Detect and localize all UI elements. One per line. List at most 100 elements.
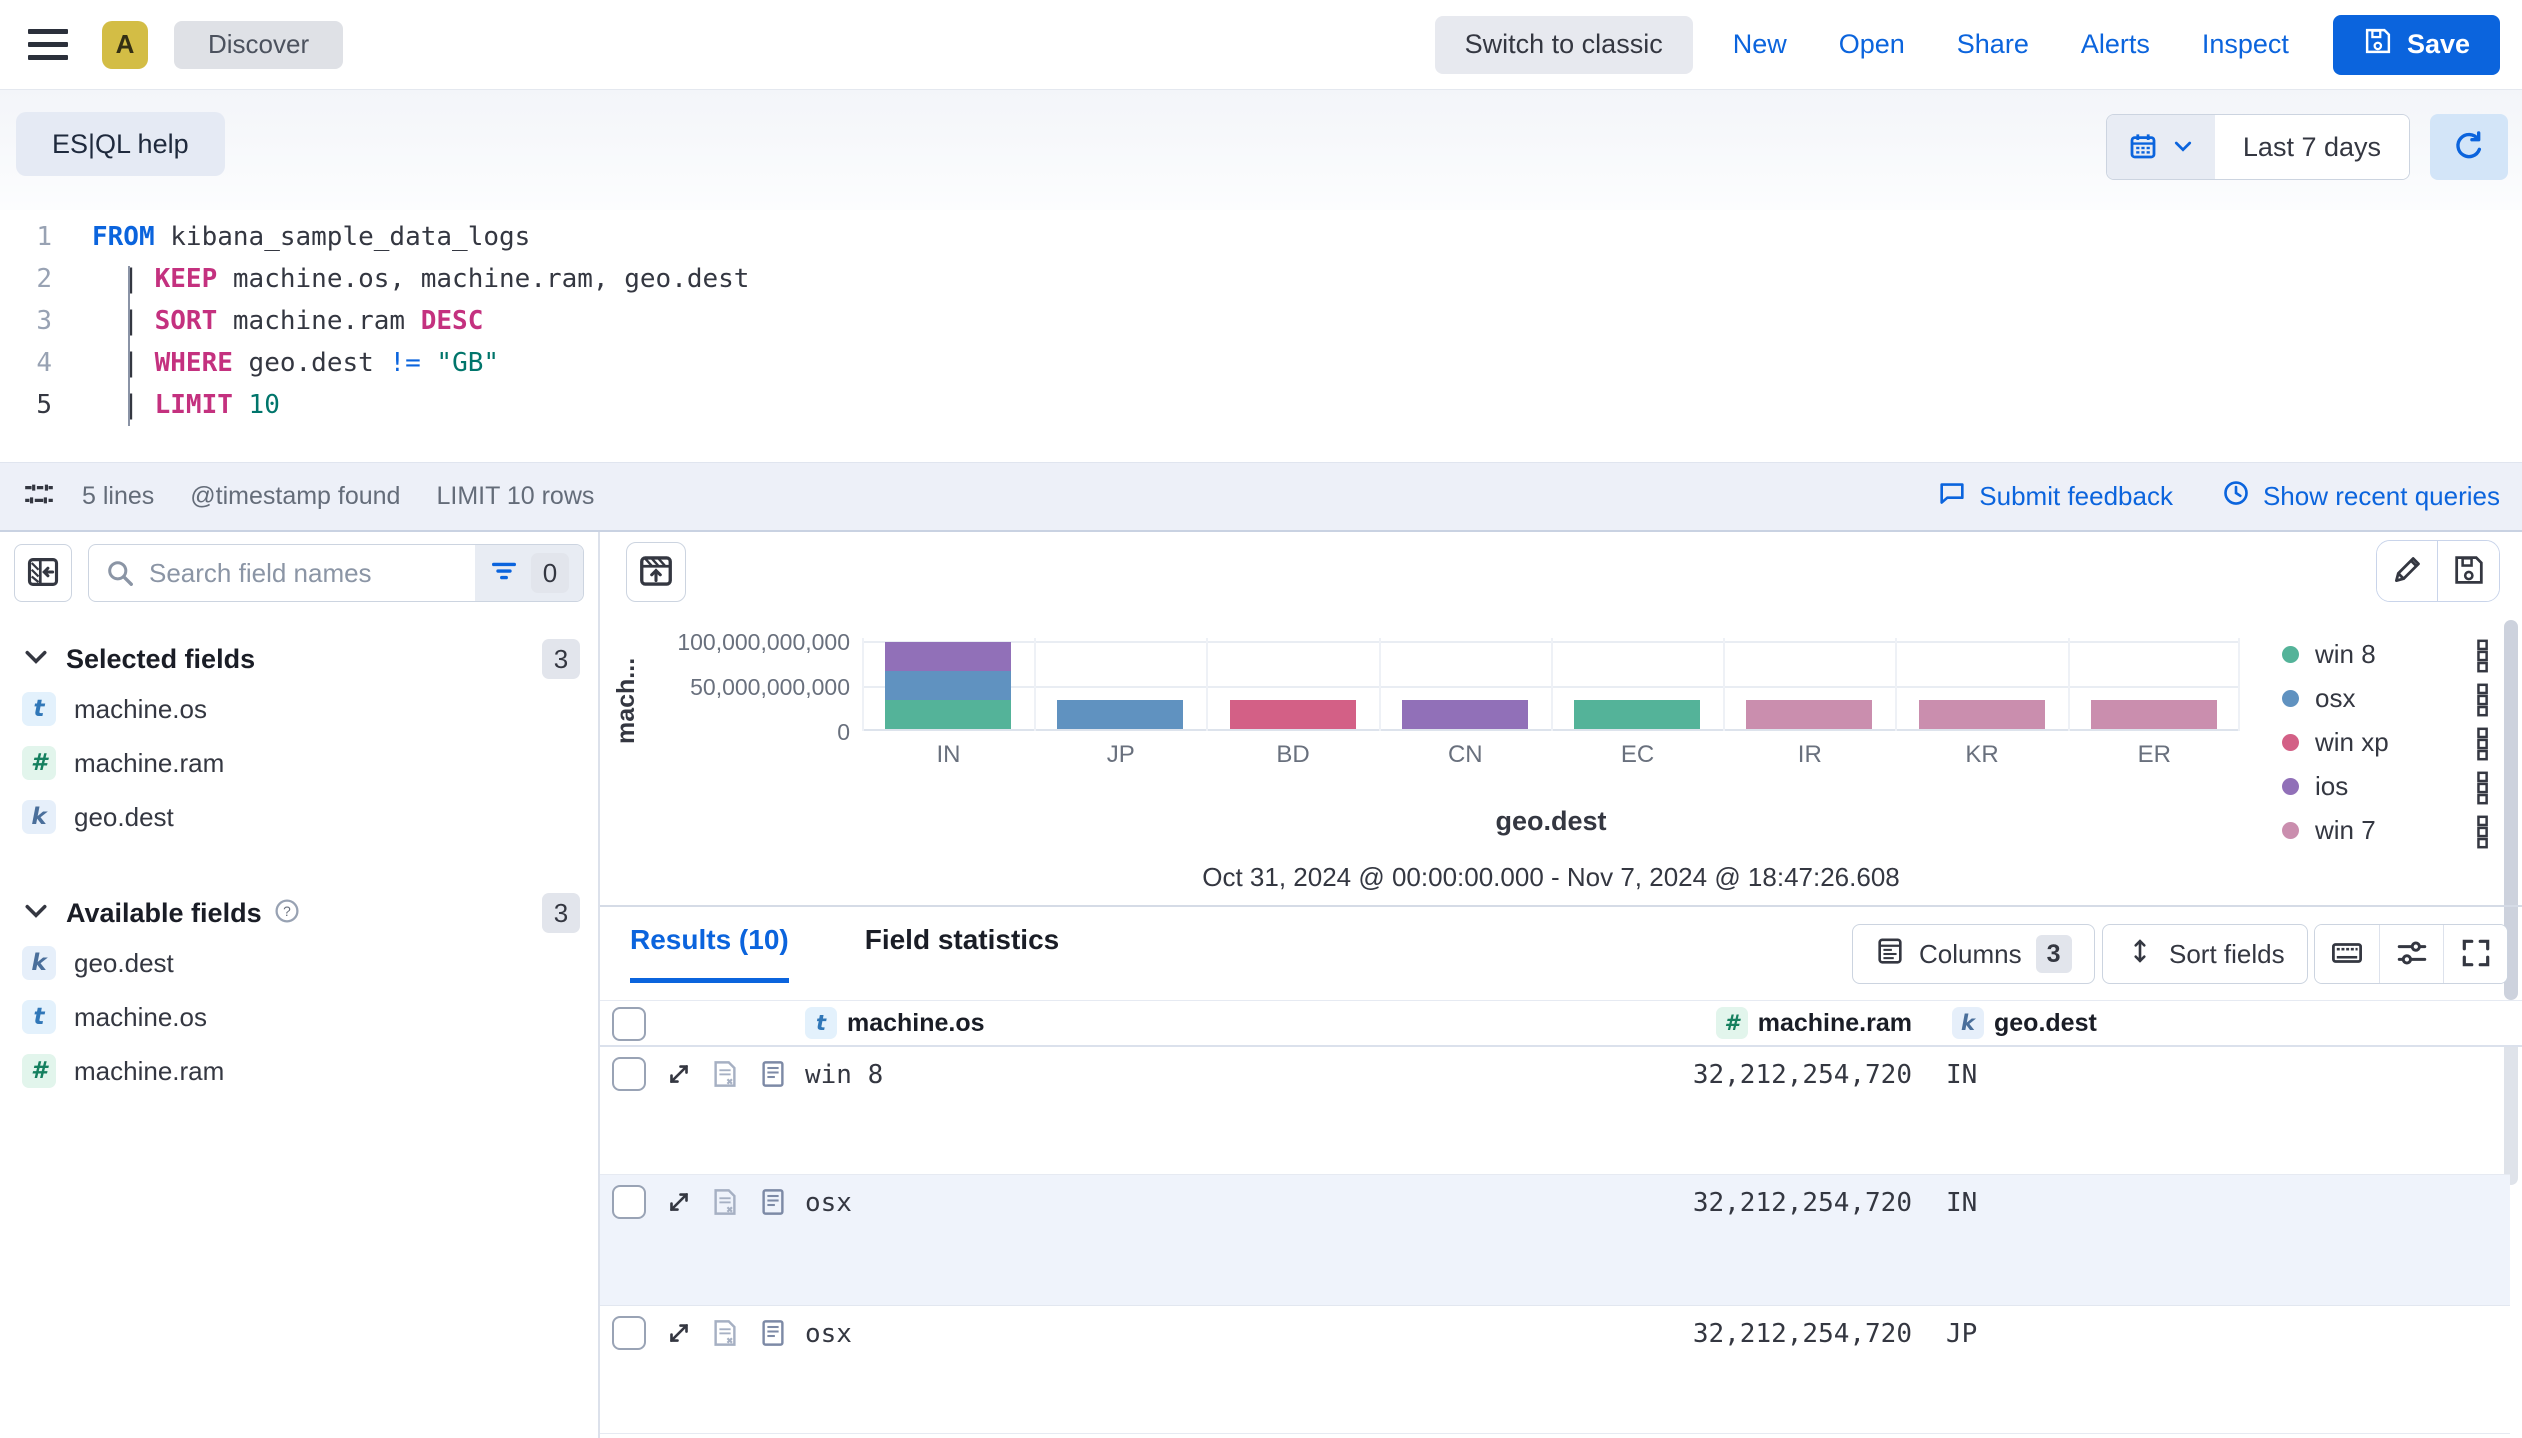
legend-actions-icon[interactable] — [2470, 638, 2496, 674]
esql-help-button[interactable]: ES|QL help — [16, 112, 225, 176]
legend-actions-icon[interactable] — [2470, 682, 2496, 718]
tab-results[interactable]: Results (10) — [630, 924, 789, 983]
cell-machine-ram: 32,212,254,720 — [1520, 1060, 1912, 1090]
submit-feedback-link[interactable]: Submit feedback — [1937, 478, 2173, 515]
legend-item-win7[interactable]: win 7 — [2282, 808, 2502, 852]
fullscreen-button[interactable] — [2443, 925, 2507, 983]
search-input[interactable] — [143, 558, 475, 589]
nav-alerts[interactable]: Alerts — [2081, 29, 2150, 60]
legend-actions-icon[interactable] — [2470, 726, 2496, 762]
field-item-machine-os[interactable]: t machine.os — [0, 682, 598, 736]
view-document-icon[interactable] — [758, 1059, 788, 1089]
switch-to-classic-button[interactable]: Switch to classic — [1435, 16, 1693, 74]
bar-IN-win-8[interactable] — [885, 700, 1011, 729]
expand-row-icon[interactable] — [664, 1318, 694, 1348]
nav-share[interactable]: Share — [1957, 29, 2029, 60]
editor-line-3[interactable]: 3 | SORT machine.ram DESC — [0, 300, 2522, 342]
breadcrumb[interactable]: Discover — [174, 21, 343, 69]
tab-field-statistics[interactable]: Field statistics — [865, 924, 1060, 983]
chevron-down-icon — [22, 643, 50, 676]
bar-ER-win-7[interactable] — [2091, 700, 2217, 729]
nav-open[interactable]: Open — [1839, 29, 1905, 60]
columns-count-badge: 3 — [2036, 935, 2072, 973]
nav-inspect[interactable]: Inspect — [2202, 29, 2289, 60]
selected-fields-header[interactable]: Selected fields 3 — [0, 636, 598, 682]
editor-line-1[interactable]: 1 FROM kibana_sample_data_logs — [0, 216, 2522, 258]
field-item-geo-dest[interactable]: k geo.dest — [0, 790, 598, 844]
collapse-sidebar-button[interactable] — [14, 544, 72, 602]
sort-fields-button[interactable]: Sort fields — [2102, 924, 2308, 984]
field-item-machine-ram[interactable]: # machine.ram — [0, 736, 598, 790]
help-icon[interactable]: ? — [274, 898, 300, 929]
table-row[interactable]: win 8 32,212,254,720 IN — [600, 1047, 2510, 1175]
column-header-geo-dest[interactable]: k geo.dest — [1952, 1007, 2097, 1039]
esql-editor[interactable]: 1 FROM kibana_sample_data_logs 2 | KEEP … — [0, 210, 2522, 462]
row-checkbox[interactable] — [612, 1057, 646, 1091]
hide-chart-button[interactable] — [626, 542, 686, 602]
view-document-icon[interactable] — [758, 1187, 788, 1217]
menu-icon[interactable] — [22, 19, 74, 71]
indent-guide — [128, 266, 130, 426]
fullscreen-icon — [2459, 936, 2493, 973]
edit-visualization-button[interactable] — [2377, 541, 2438, 601]
column-header-machine-os[interactable]: t machine.os — [805, 1007, 985, 1039]
table-row[interactable]: osx 32,212,254,720 IN — [600, 1175, 2510, 1306]
row-checkbox[interactable] — [612, 1316, 646, 1350]
bar-IN-ios[interactable] — [885, 642, 1011, 671]
select-all-checkbox[interactable] — [612, 1007, 646, 1041]
available-fields-header[interactable]: Available fields ? 3 — [0, 890, 598, 936]
bar-IN-osx[interactable] — [885, 671, 1011, 700]
filter-icon — [489, 556, 519, 591]
degraded-doc-icon[interactable] — [710, 1318, 740, 1348]
expand-row-icon[interactable] — [664, 1187, 694, 1217]
bar-KR-win-7[interactable] — [1919, 700, 2045, 729]
show-recent-queries-link[interactable]: Show recent queries — [2221, 478, 2500, 515]
editor-line-5[interactable]: 5 | LIMIT 10 — [0, 384, 2522, 426]
field-item-machine-ram[interactable]: # machine.ram — [0, 1044, 598, 1098]
field-item-machine-os[interactable]: t machine.os — [0, 990, 598, 1044]
time-range-button[interactable]: Last 7 days — [2215, 115, 2409, 179]
column-header-machine-ram[interactable]: # machine.ram — [1520, 1007, 1912, 1039]
nav-new[interactable]: New — [1733, 29, 1787, 60]
space-avatar[interactable]: A — [102, 21, 148, 69]
field-filter-button[interactable]: 0 — [475, 545, 583, 601]
save-visualization-button[interactable] — [2438, 541, 2499, 601]
refresh-button[interactable] — [2430, 114, 2508, 180]
refresh-icon — [2451, 128, 2487, 167]
legend-actions-icon[interactable] — [2470, 814, 2496, 850]
cell-machine-os: osx — [805, 1319, 852, 1349]
x-tick-EC: EC — [1551, 741, 1724, 769]
keyboard-shortcuts-button[interactable] — [2315, 925, 2379, 983]
editor-line-2[interactable]: 2 | KEEP machine.os, machine.ram, geo.de… — [0, 258, 2522, 300]
columns-button[interactable]: Columns 3 — [1852, 924, 2095, 984]
table-row[interactable]: osx 32,212,254,720 JP — [600, 1306, 2510, 1434]
field-search: 0 — [88, 544, 584, 602]
editor-line-4[interactable]: 4 | WHERE geo.dest != "GB" — [0, 342, 2522, 384]
row-checkbox[interactable] — [612, 1185, 646, 1219]
bar-BD-win-xp[interactable] — [1230, 700, 1356, 729]
degraded-doc-icon[interactable] — [710, 1187, 740, 1217]
calendar-dropdown-button[interactable] — [2107, 115, 2215, 179]
legend-item-win8[interactable]: win 8 — [2282, 632, 2502, 676]
bar-IR-win-7[interactable] — [1746, 700, 1872, 729]
display-options-button[interactable] — [2379, 925, 2443, 983]
chart-plot[interactable]: INJPBDCNECIRKRER — [862, 638, 2240, 731]
keyboard-icon — [2330, 936, 2364, 973]
bar-EC-win-8[interactable] — [1574, 700, 1700, 729]
bar-CN-ios[interactable] — [1402, 700, 1528, 729]
legend-item-osx[interactable]: osx — [2282, 676, 2502, 720]
field-item-geo-dest[interactable]: k geo.dest — [0, 936, 598, 990]
legend-item-winxp[interactable]: win xp — [2282, 720, 2502, 764]
filter-count-badge: 0 — [531, 553, 569, 593]
gridline — [1895, 638, 1897, 731]
view-document-icon[interactable] — [758, 1318, 788, 1348]
legend-item-ios[interactable]: ios — [2282, 764, 2502, 808]
chart-action-buttons — [2376, 540, 2500, 602]
header-nav: New Open Share Alerts Inspect — [1733, 29, 2289, 60]
expand-row-icon[interactable] — [664, 1059, 694, 1089]
degraded-doc-icon[interactable] — [710, 1059, 740, 1089]
bar-JP-osx[interactable] — [1057, 700, 1183, 729]
legend-actions-icon[interactable] — [2470, 770, 2496, 806]
editor-settings-icon[interactable] — [22, 477, 56, 516]
save-button[interactable]: Save — [2333, 15, 2500, 75]
